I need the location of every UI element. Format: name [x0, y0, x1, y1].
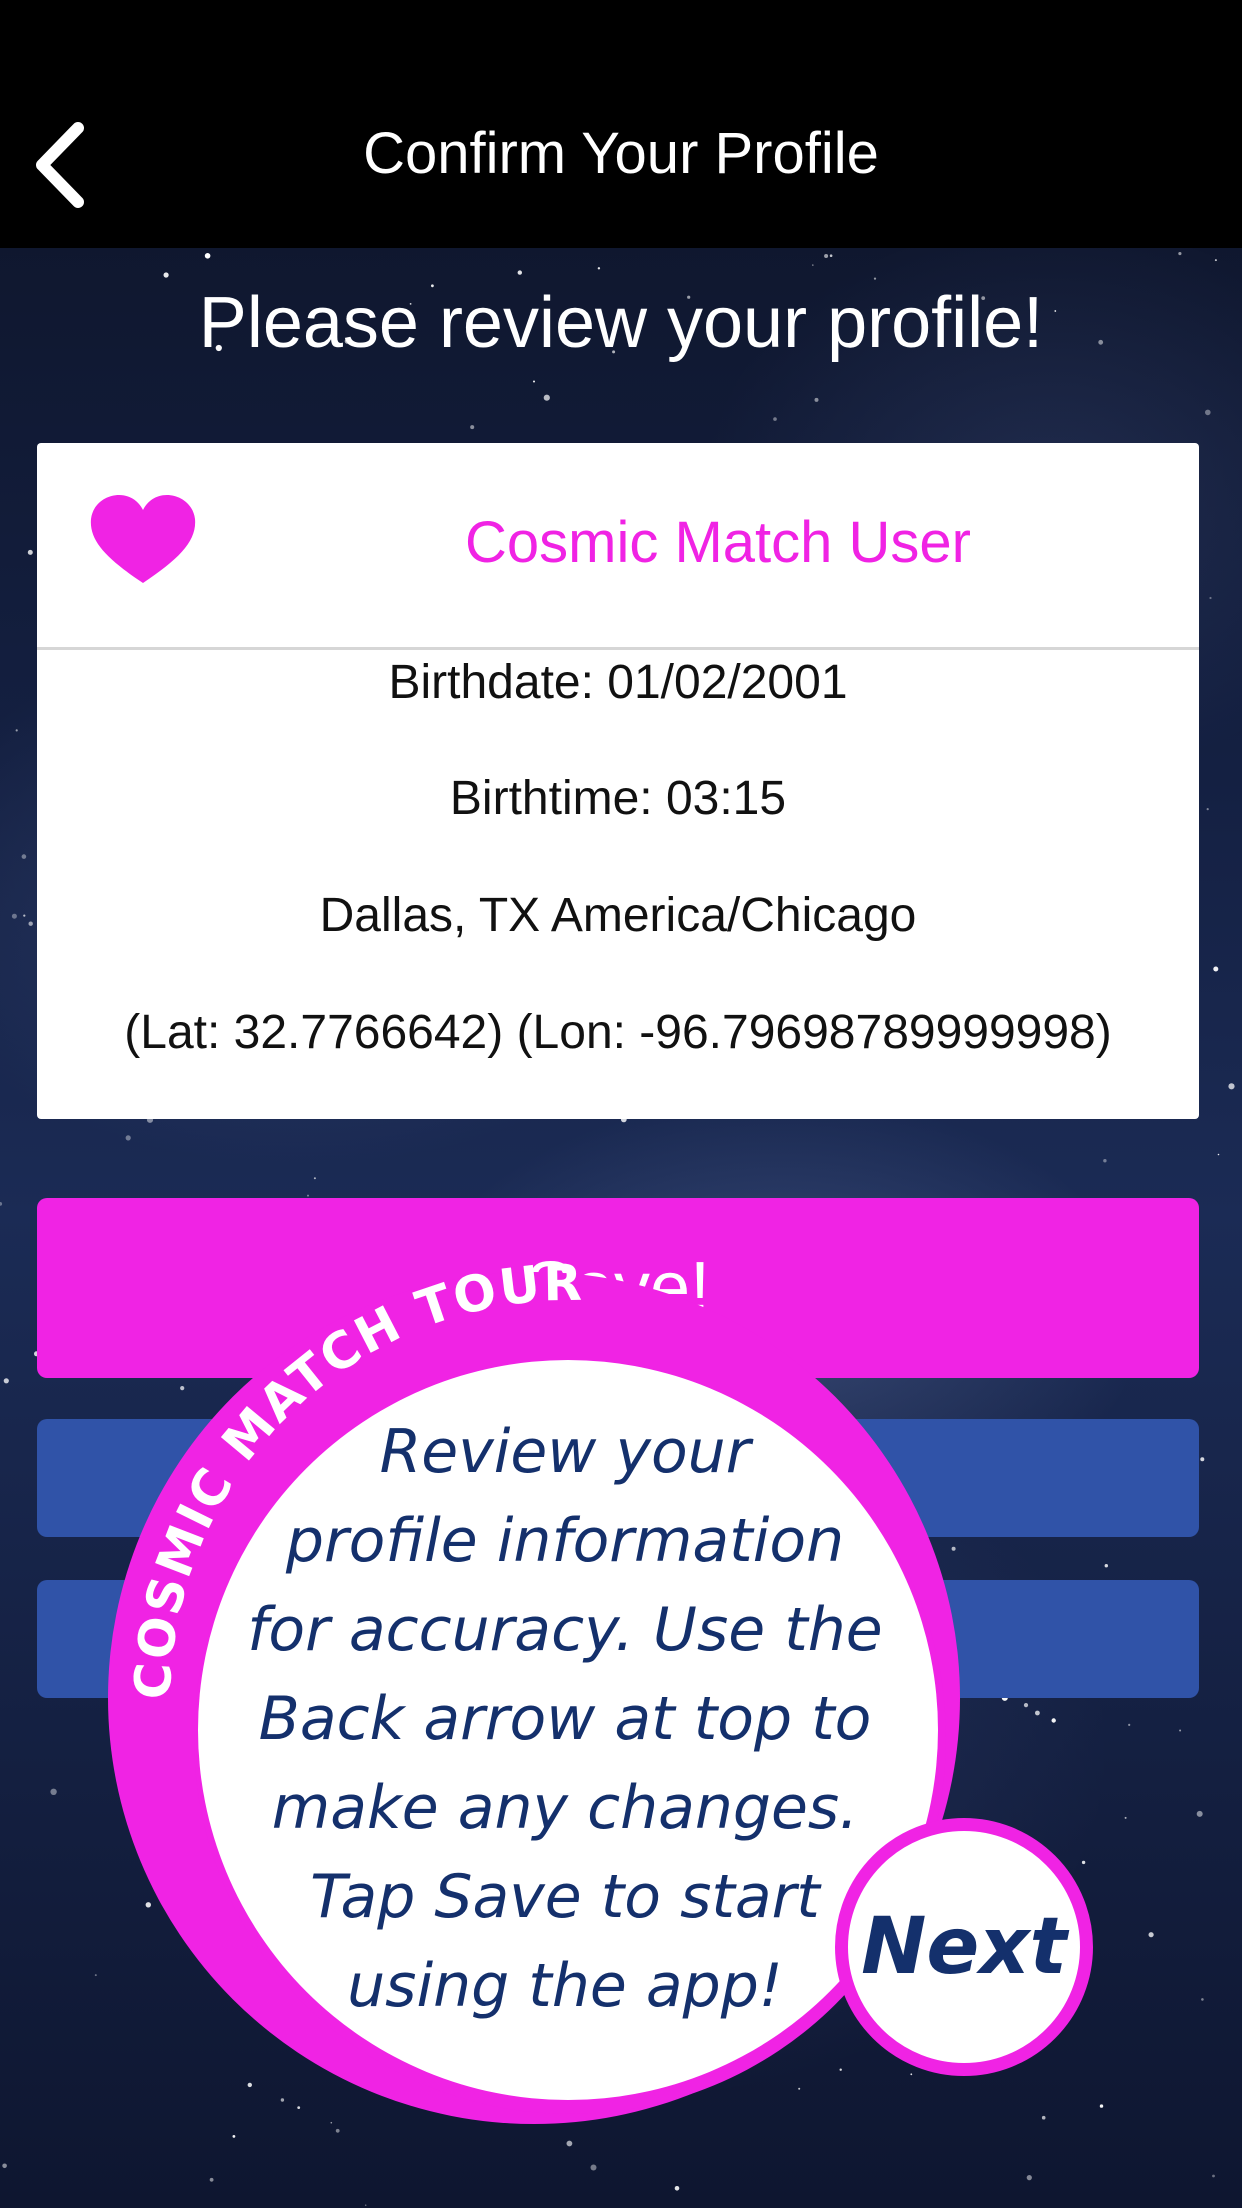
star [204, 253, 211, 259]
star [1212, 2174, 1215, 2178]
star [364, 2204, 367, 2206]
star [812, 264, 814, 266]
star [910, 2073, 913, 2076]
star [566, 2140, 573, 2147]
star [543, 394, 550, 401]
star [125, 1135, 131, 1141]
star [15, 729, 18, 732]
star [829, 254, 833, 257]
star [1200, 1457, 1205, 1462]
star [1128, 1723, 1131, 1726]
tour-message-line: Tap Save to start [310, 1862, 820, 1932]
star [27, 549, 33, 555]
star [297, 2106, 301, 2110]
star [470, 425, 475, 430]
star [1103, 1159, 1107, 1163]
star [3, 1378, 9, 1384]
profile-card: Cosmic Match User Birthdate: 01/02/2001 … [37, 443, 1199, 1119]
tour-message: Review your profile information for accu… [200, 1408, 930, 2031]
profile-card-header: Cosmic Match User [37, 443, 1199, 650]
star [597, 267, 601, 270]
page-title: Confirm Your Profile [363, 121, 879, 186]
star [1179, 1729, 1182, 1732]
tour-next-label: Next [861, 1902, 1067, 1992]
birthdate-text: Birthdate: 01/02/2001 [388, 656, 848, 709]
star [1148, 1932, 1154, 1938]
star [1214, 259, 1217, 262]
star [1178, 252, 1182, 256]
star [773, 417, 777, 421]
star [1196, 1810, 1203, 1817]
star [28, 921, 33, 926]
star [1217, 1153, 1220, 1156]
star [335, 2128, 340, 2133]
star [1051, 1718, 1056, 1723]
tour-message-line: profile information [285, 1506, 845, 1576]
star [1201, 1998, 1204, 2001]
star [798, 2087, 801, 2090]
star [1124, 1816, 1127, 1819]
star [0, 1202, 3, 1206]
profile-name: Cosmic Match User [465, 510, 971, 575]
tour-message-line: Back arrow at top to [258, 1684, 872, 1754]
star [2, 2163, 7, 2169]
tour-message-line: make any changes. [271, 1773, 859, 1843]
star [590, 2164, 597, 2171]
star [1209, 596, 1212, 600]
star [1026, 2175, 1032, 2181]
star [163, 272, 169, 278]
star [824, 254, 829, 258]
star [533, 380, 535, 383]
star [145, 1902, 151, 1908]
star [951, 1546, 956, 1551]
star [1035, 1710, 1040, 1716]
star [1041, 2115, 1046, 2120]
heart-icon [90, 495, 196, 583]
star [1104, 1564, 1109, 1568]
tour-message-line: for accuracy. Use the [247, 1595, 883, 1665]
location-text: Dallas, TX America/Chicago [319, 889, 917, 942]
star [1213, 966, 1219, 972]
star [1205, 409, 1211, 416]
star [330, 2121, 333, 2124]
star [247, 2082, 252, 2088]
review-heading: Please review your profile! [198, 283, 1044, 363]
star [11, 913, 17, 919]
star [50, 1788, 57, 1796]
tour-next-button[interactable]: Next [835, 1818, 1093, 2076]
star [1099, 2104, 1104, 2108]
star [280, 2098, 285, 2102]
star [94, 1974, 97, 1977]
star [873, 277, 877, 280]
star [1081, 1860, 1086, 1865]
star [180, 1386, 185, 1391]
navigation-header: Confirm Your Profile [0, 0, 1242, 248]
star [313, 1177, 316, 1180]
star [814, 397, 819, 402]
star [839, 2068, 842, 2071]
star [1228, 1083, 1235, 1090]
tour-message-line: using the app! [347, 1951, 783, 2021]
tour-message-line: Review your [379, 1417, 751, 1487]
coordinates-text: (Lat: 32.7766642) (Lon: -96.796987899999… [124, 1006, 1112, 1059]
star [1206, 808, 1209, 811]
star [209, 2177, 214, 2182]
birthtime-text: Birthtime: 03:15 [449, 772, 787, 825]
star [307, 1194, 309, 1197]
star [674, 2186, 680, 2191]
star [517, 270, 522, 275]
star [232, 2135, 236, 2138]
star [21, 854, 27, 859]
star [1023, 1703, 1029, 1708]
star [23, 914, 26, 917]
